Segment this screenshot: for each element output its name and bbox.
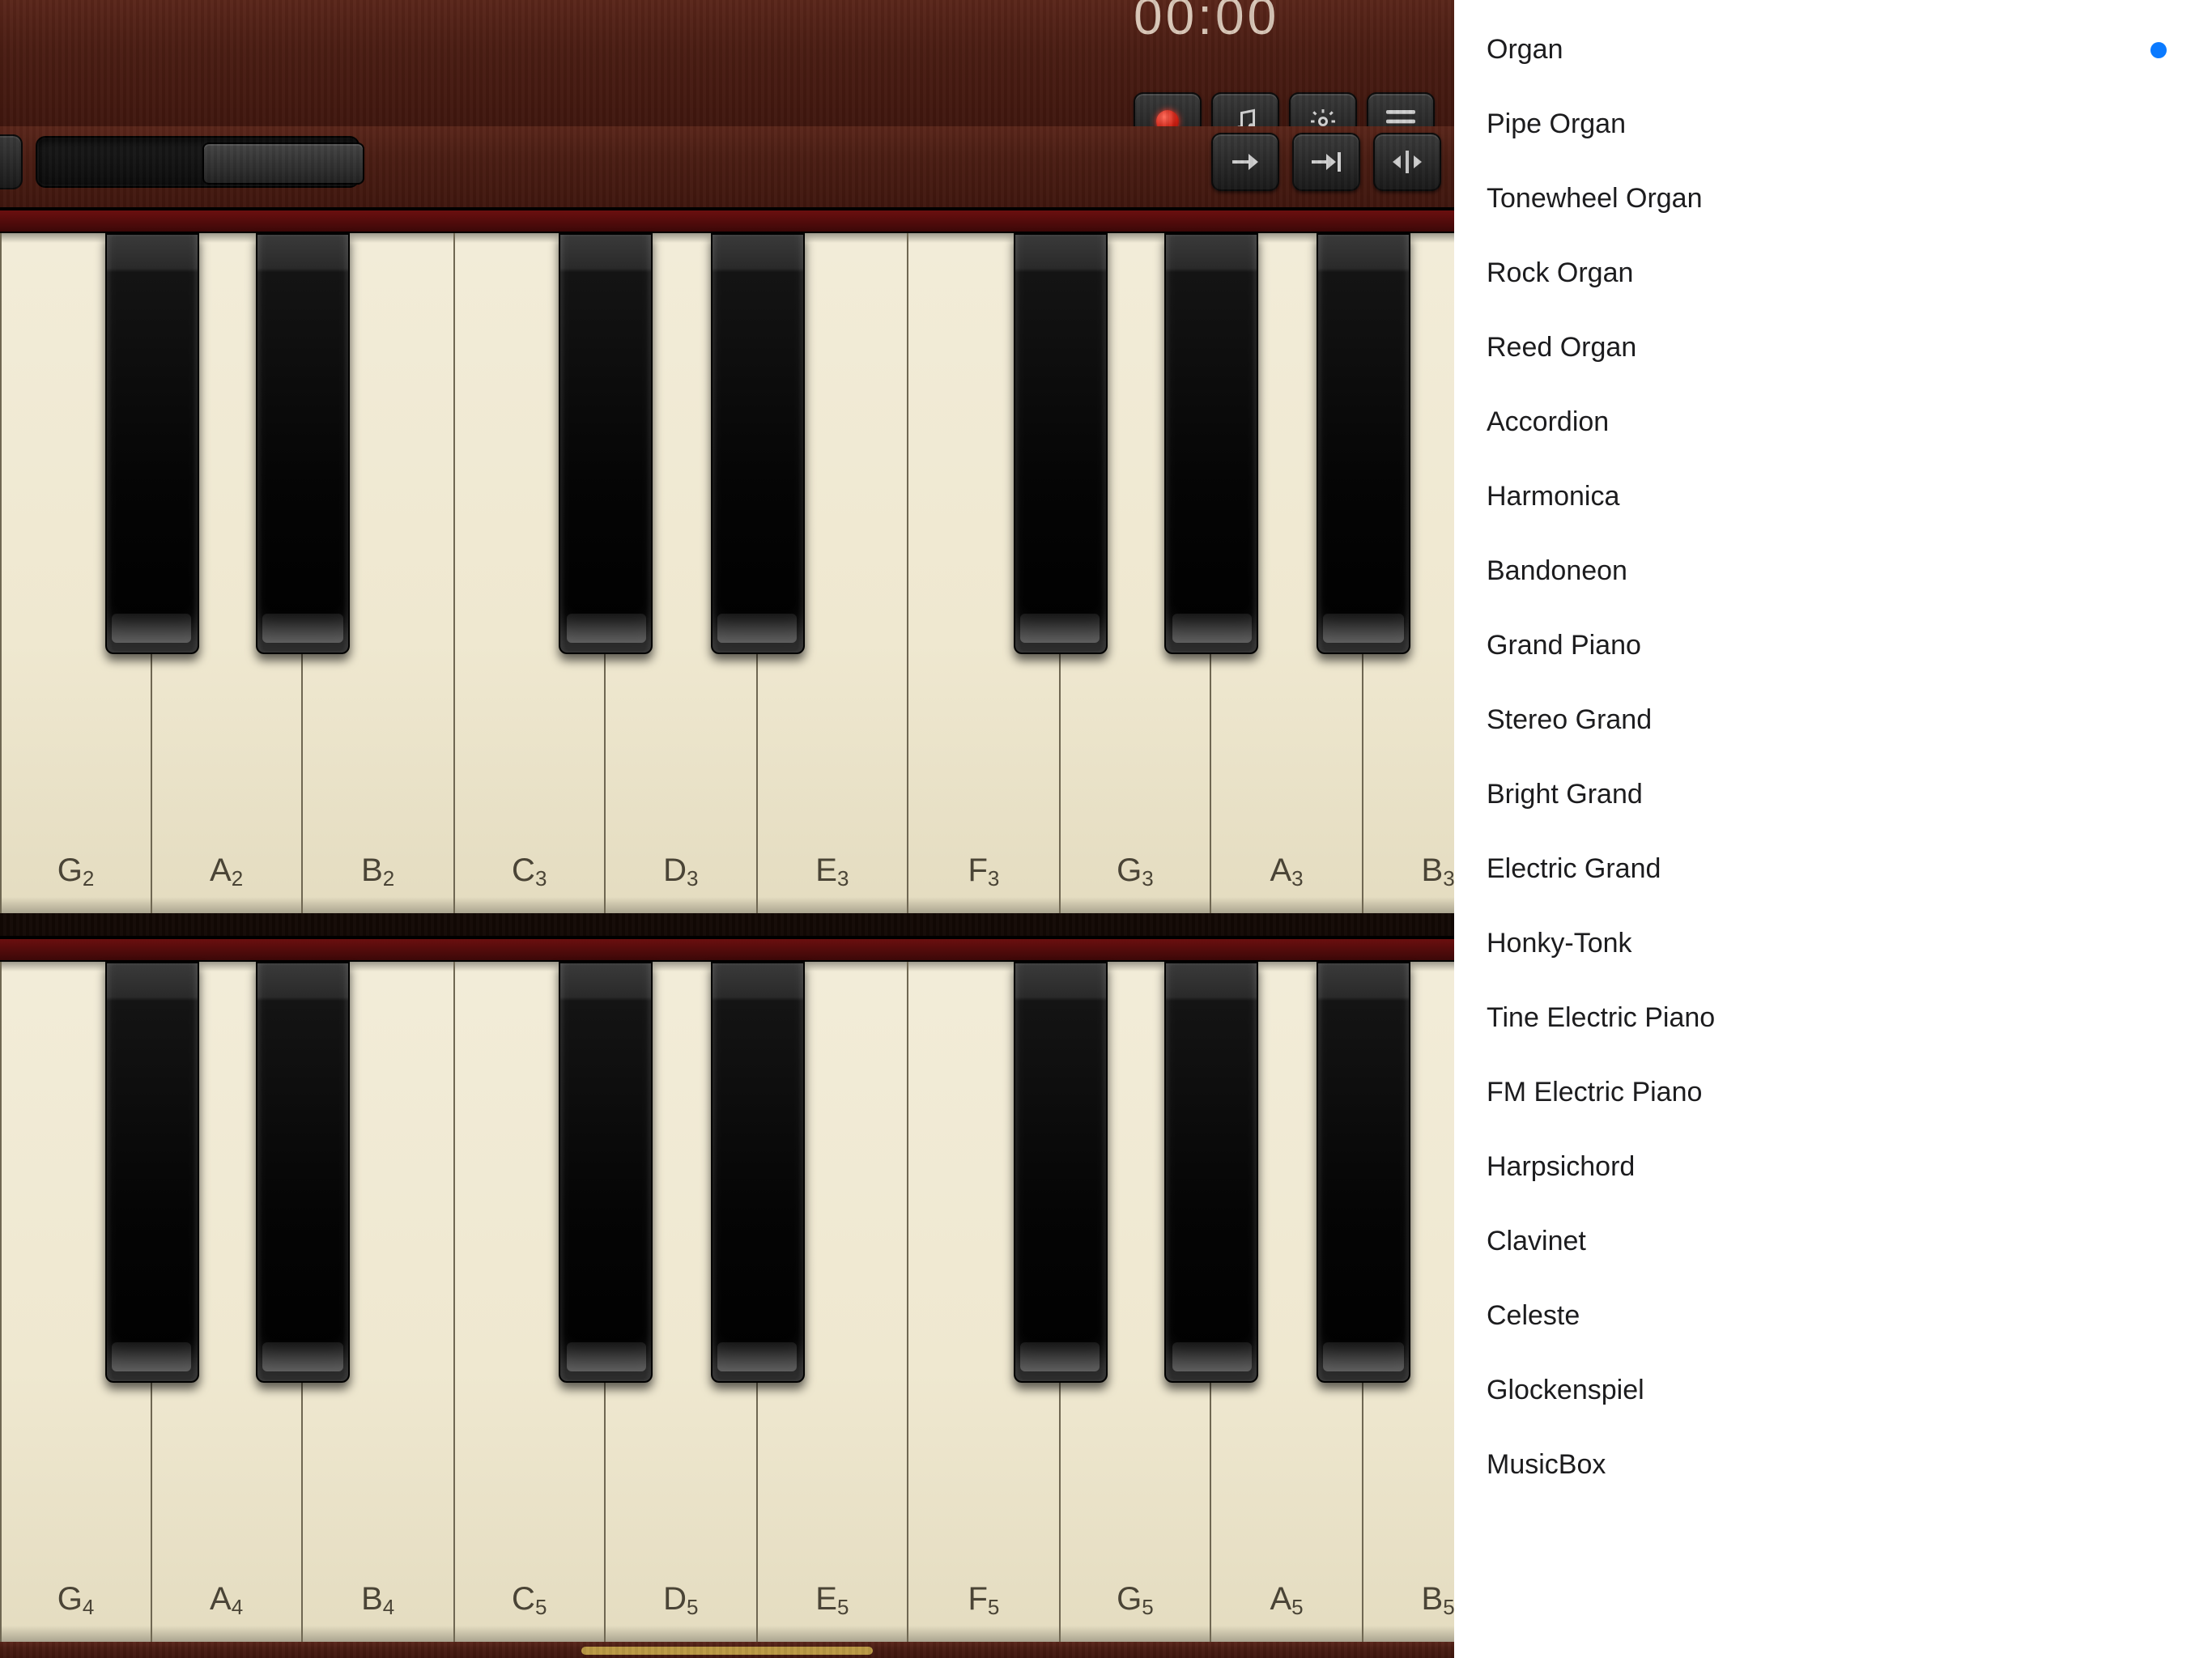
split-keyboard-button[interactable] xyxy=(1373,133,1441,191)
instrument-label: Tonewheel Organ xyxy=(1487,183,1703,215)
lower-black-key-after-3[interactable] xyxy=(559,962,653,1384)
lower-black-key-after-6[interactable] xyxy=(1014,962,1108,1384)
key-label: G4 xyxy=(57,1582,95,1619)
key-label: F3 xyxy=(968,853,999,891)
arrow-right-bar-icon xyxy=(1310,152,1342,172)
instrument-item[interactable]: FM Electric Piano xyxy=(1454,1056,2212,1130)
instrument-item[interactable]: Harpsichord xyxy=(1454,1130,2212,1205)
instrument-label: Honky-Tonk xyxy=(1487,928,1632,960)
instrument-label: Accordion xyxy=(1487,406,1609,439)
instrument-label: Harmonica xyxy=(1487,481,1619,513)
instrument-label: Stereo Grand xyxy=(1487,704,1652,737)
position-slider[interactable] xyxy=(36,136,359,188)
key-label: C5 xyxy=(512,1582,547,1619)
key-label: A4 xyxy=(210,1582,243,1619)
scroll-right-button[interactable] xyxy=(1211,133,1279,191)
key-label: G2 xyxy=(57,853,95,891)
key-label: B5 xyxy=(1422,1582,1455,1619)
instrument-label: Glockenspiel xyxy=(1487,1375,1644,1407)
instrument-label: Bright Grand xyxy=(1487,779,1643,811)
bottom-strip xyxy=(0,1642,1454,1658)
key-label: D3 xyxy=(663,853,698,891)
lower-black-key-after-1[interactable] xyxy=(256,962,350,1384)
instrument-label: Rock Organ xyxy=(1487,257,1633,290)
instrument-label: Organ xyxy=(1487,34,1563,66)
instrument-item[interactable]: Pipe Organ xyxy=(1454,87,2212,162)
slider-thumb[interactable] xyxy=(202,142,364,185)
instrument-item[interactable]: Bandoneon xyxy=(1454,534,2212,609)
keyboard-toolbar xyxy=(0,126,1454,207)
instrument-label: Celeste xyxy=(1487,1300,1580,1333)
lower-black-key-after-8[interactable] xyxy=(1317,962,1410,1384)
upper-black-key-after-3[interactable] xyxy=(559,233,653,655)
instrument-item[interactable]: Stereo Grand xyxy=(1454,683,2212,758)
instrument-list[interactable]: Organ Pipe Organ Tonewheel Organ Rock Organ… xyxy=(1454,0,2212,1516)
instrument-label: Pipe Organ xyxy=(1487,108,1626,141)
instrument-item[interactable]: Bright Grand xyxy=(1454,758,2212,832)
felt-strip xyxy=(0,939,1454,962)
top-bar: 00:00 xyxy=(0,0,1454,126)
instrument-label: Electric Grand xyxy=(1487,853,1661,886)
lower-keyboard: G4 A4 B4 C5 D5 E5 F5 G5 A5 B5 xyxy=(0,936,1454,1642)
instrument-item[interactable]: Clavinet xyxy=(1454,1205,2212,1279)
instrument-sidebar: Organ Pipe Organ Tonewheel Organ Rock Organ… xyxy=(1454,0,2212,1658)
instrument-label: Reed Organ xyxy=(1487,332,1636,364)
instrument-label: Tine Electric Piano xyxy=(1487,1002,1715,1035)
left-edge-button[interactable] xyxy=(0,134,23,189)
split-icon xyxy=(1391,151,1423,173)
instrument-item[interactable]: Accordion xyxy=(1454,385,2212,460)
instrument-label: Grand Piano xyxy=(1487,630,1641,662)
home-indicator xyxy=(581,1647,873,1655)
keyboard-divider xyxy=(0,913,1454,936)
lower-black-key-after-7[interactable] xyxy=(1165,962,1259,1384)
instrument-item[interactable]: Rock Organ xyxy=(1454,236,2212,311)
instrument-item[interactable]: Electric Grand xyxy=(1454,832,2212,907)
key-label: C3 xyxy=(512,853,547,891)
key-label: E3 xyxy=(815,853,849,891)
scroll-fast-right-button[interactable] xyxy=(1292,133,1360,191)
key-label: B3 xyxy=(1422,853,1455,891)
instrument-label: Harpsichord xyxy=(1487,1151,1635,1184)
key-label: F5 xyxy=(968,1582,999,1619)
instrument-label: Bandoneon xyxy=(1487,555,1627,588)
key-label: E5 xyxy=(815,1582,849,1619)
key-label: B4 xyxy=(361,1582,394,1619)
arrow-right-icon xyxy=(1231,152,1260,172)
instrument-item[interactable]: Glockenspiel xyxy=(1454,1354,2212,1428)
timer-display: 00:00 xyxy=(1134,0,1279,46)
felt-strip xyxy=(0,210,1454,233)
lower-black-key-after-0[interactable] xyxy=(104,962,198,1384)
upper-black-key-after-7[interactable] xyxy=(1165,233,1259,655)
selected-indicator xyxy=(2150,42,2167,58)
upper-black-key-after-4[interactable] xyxy=(710,233,804,655)
key-label: A3 xyxy=(1270,853,1303,891)
instrument-item[interactable]: Reed Organ xyxy=(1454,311,2212,385)
instrument-item[interactable]: Tine Electric Piano xyxy=(1454,981,2212,1056)
instrument-item[interactable]: Harmonica xyxy=(1454,460,2212,534)
key-label: G5 xyxy=(1117,1582,1154,1619)
upper-black-key-after-0[interactable] xyxy=(104,233,198,655)
upper-keyboard: G2 A2 B2 C3 D3 E3 F3 G3 A3 B3 xyxy=(0,207,1454,913)
instrument-item[interactable]: Organ xyxy=(1454,13,2212,87)
key-label: G3 xyxy=(1117,853,1154,891)
instrument-item[interactable]: MusicBox xyxy=(1454,1428,2212,1503)
instrument-label: Clavinet xyxy=(1487,1226,1586,1258)
key-label: D5 xyxy=(663,1582,698,1619)
upper-black-key-after-1[interactable] xyxy=(256,233,350,655)
lower-black-key-after-4[interactable] xyxy=(710,962,804,1384)
instrument-label: FM Electric Piano xyxy=(1487,1077,1702,1109)
instrument-item[interactable]: Honky-Tonk xyxy=(1454,907,2212,981)
instrument-item[interactable]: Grand Piano xyxy=(1454,609,2212,683)
upper-black-key-after-6[interactable] xyxy=(1014,233,1108,655)
key-label: A5 xyxy=(1270,1582,1303,1619)
key-label: B2 xyxy=(361,853,394,891)
upper-black-key-after-8[interactable] xyxy=(1317,233,1410,655)
key-label: A2 xyxy=(210,853,243,891)
instrument-label: MusicBox xyxy=(1487,1449,1606,1482)
instrument-item[interactable]: Tonewheel Organ xyxy=(1454,162,2212,236)
instrument-item[interactable]: Celeste xyxy=(1454,1279,2212,1354)
